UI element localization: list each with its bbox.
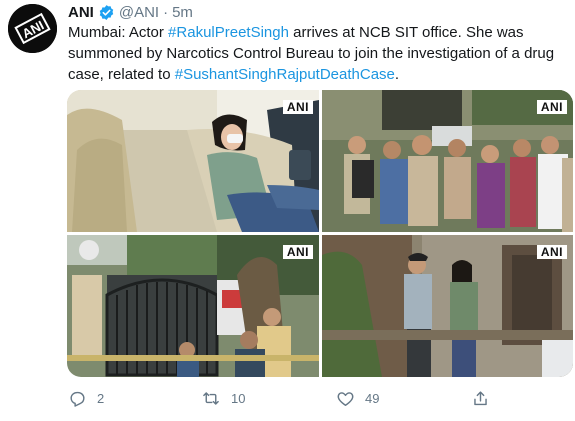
photo-gate-street[interactable]: ANI (67, 235, 319, 377)
reply-icon (68, 389, 87, 408)
photo-crowd-police[interactable]: ANI (322, 90, 573, 232)
reply-count: 2 (97, 390, 105, 406)
photo-car-interior[interactable]: ANI (67, 90, 319, 232)
ani-watermark: ANI (282, 100, 313, 114)
ani-watermark: ANI (282, 245, 313, 259)
media-grid: ANI ANI ANI ANI (67, 90, 573, 377)
retweet-button[interactable]: 10 (201, 389, 245, 408)
ani-watermark: ANI (536, 245, 567, 259)
heart-icon (336, 389, 355, 408)
tweet[interactable]: ANI ANI @ANI · 5m Mumbai: Actor #RakulPr… (0, 0, 575, 421)
share-icon (471, 389, 490, 408)
verified-badge-icon (98, 4, 115, 21)
tweet-text-part: . (394, 66, 400, 83)
author-name[interactable]: ANI (68, 4, 94, 21)
retweet-icon (201, 389, 221, 408)
author-handle[interactable]: @ANI (119, 4, 159, 21)
reply-button[interactable]: 2 (68, 389, 104, 408)
hashtag-link[interactable]: #RakulPreetSingh (168, 24, 289, 41)
tweet-text: Mumbai: Actor #RakulPreetSingh arrives a… (68, 22, 568, 85)
photo-walking-entrance[interactable]: ANI (322, 235, 573, 377)
header-separator: · (163, 3, 169, 21)
tweet-header: ANI @ANI · 5m (68, 3, 193, 21)
like-count: 49 (365, 390, 380, 406)
tweet-timestamp[interactable]: 5m (172, 4, 193, 21)
ani-watermark: ANI (536, 100, 567, 114)
tweet-actions: 2 10 49 (68, 388, 538, 408)
like-button[interactable]: 49 (336, 389, 379, 408)
tweet-text-part: Mumbai: Actor (68, 24, 169, 41)
hashtag-link[interactable]: #SushantSinghRajputDeathCase (175, 66, 395, 83)
share-button[interactable] (471, 389, 490, 408)
retweet-count: 10 (231, 390, 246, 406)
avatar[interactable]: ANI (8, 4, 57, 53)
